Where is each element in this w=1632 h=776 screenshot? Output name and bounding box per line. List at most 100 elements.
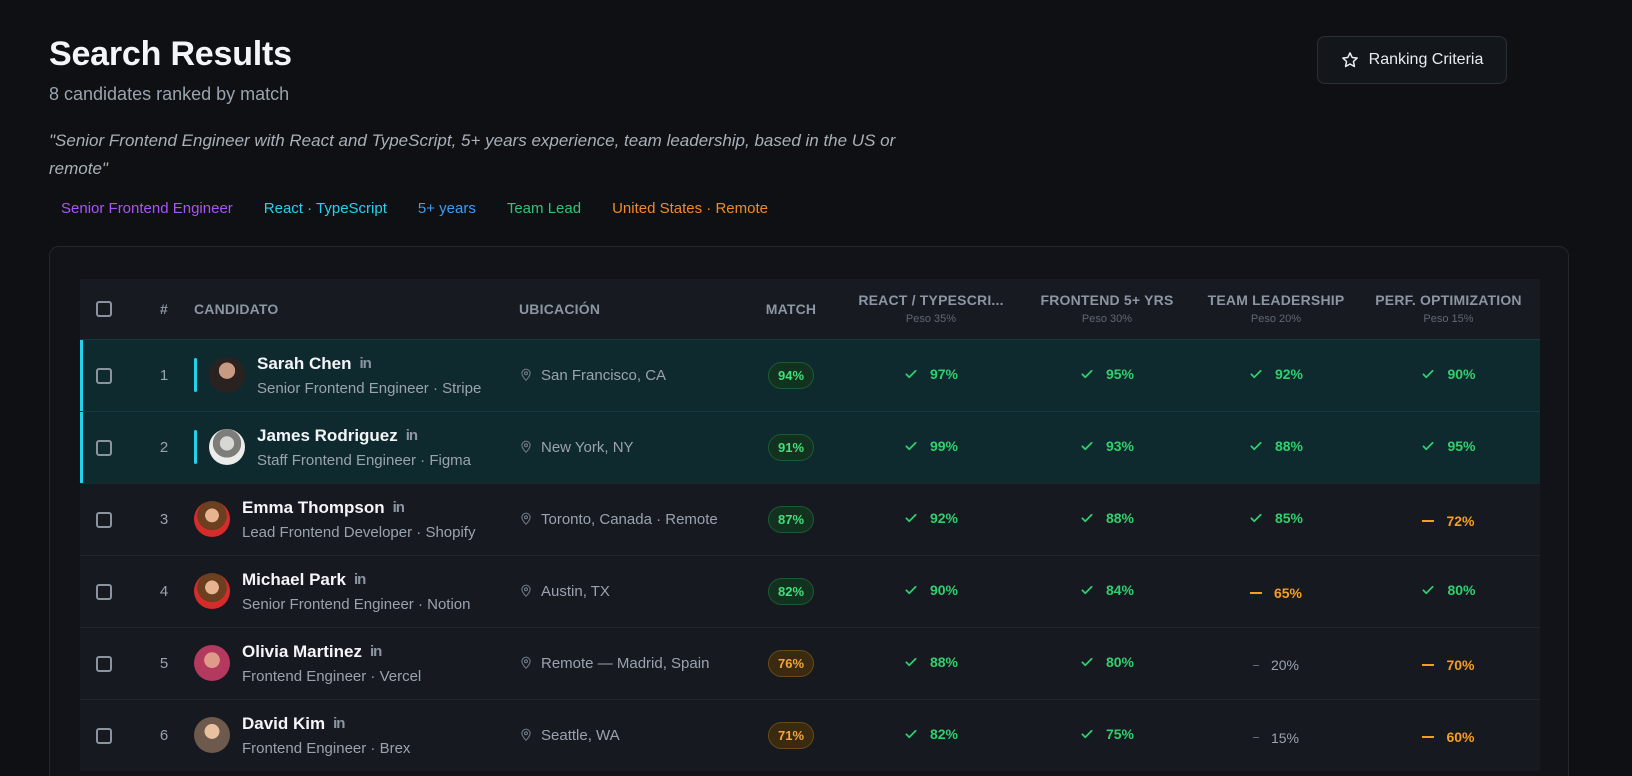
criteria-score-cell: 88% bbox=[1019, 483, 1195, 555]
criteria-score: 80% bbox=[1080, 654, 1134, 670]
match-badge: 76% bbox=[768, 649, 814, 677]
candidate-cell[interactable]: David Kim in Frontend Engineer · Brex bbox=[194, 699, 519, 771]
criteria-score-value: 90% bbox=[1447, 365, 1476, 382]
criteria-score-cell: 82% bbox=[843, 699, 1019, 771]
row-rank: 2 bbox=[159, 438, 169, 456]
col-perf-optimization[interactable]: Perf. Optimization Peso 15% bbox=[1357, 279, 1540, 339]
check-icon bbox=[905, 585, 917, 594]
criteria-score-cell: 80% bbox=[1019, 627, 1195, 699]
candidate-cell[interactable]: Olivia Martinez in Frontend Engineer · Ver… bbox=[194, 627, 519, 699]
candidate-location: New York, NY bbox=[541, 438, 634, 456]
criteria-score: 90% bbox=[1421, 365, 1476, 382]
criteria-score: 95% bbox=[1080, 366, 1134, 382]
criteria-score: 80% bbox=[1421, 582, 1476, 598]
table-row[interactable]: 2 James Rodriguez in Staff Frontend Enginee… bbox=[80, 411, 1540, 483]
criteria-score: 88% bbox=[1080, 510, 1134, 526]
row-checkbox[interactable] bbox=[96, 583, 112, 600]
candidate-location: Toronto, Canada · Remote bbox=[541, 510, 718, 528]
criteria-score-value: 72% bbox=[1446, 513, 1475, 529]
criteria-score-cell: 90% bbox=[1357, 339, 1540, 411]
col-candidate[interactable]: Candidato bbox=[194, 279, 519, 339]
col-perf-optimization-weight: Peso 15% bbox=[1423, 313, 1474, 326]
candidate-name[interactable]: David Kim bbox=[242, 714, 325, 734]
linkedin-icon[interactable]: in bbox=[406, 427, 418, 444]
table-row[interactable]: 5 Olivia Martinez in Frontend Engineer · Ve… bbox=[80, 627, 1540, 699]
candidate-location: Remote — Madrid, Spain bbox=[541, 654, 710, 672]
candidate-name[interactable]: Sarah Chen bbox=[257, 354, 351, 374]
candidate-role: Frontend Engineer · Brex bbox=[242, 739, 411, 757]
candidate-name[interactable]: James Rodriguez bbox=[257, 426, 398, 446]
col-react-typescript[interactable]: React / TypeScri... Peso 35% bbox=[843, 279, 1019, 339]
candidate-name[interactable]: Emma Thompson bbox=[242, 498, 385, 518]
tag-leadership[interactable]: Team Lead bbox=[507, 195, 581, 223]
criteria-score-value: 92% bbox=[929, 509, 959, 526]
select-all-checkbox[interactable] bbox=[96, 301, 112, 318]
linkedin-icon[interactable]: in bbox=[354, 571, 366, 588]
criteria-score-value: 95% bbox=[1105, 365, 1135, 382]
ranking-criteria-button[interactable]: Ranking Criteria bbox=[1317, 36, 1507, 84]
tag-role[interactable]: Senior Frontend Engineer bbox=[61, 195, 233, 223]
linkedin-icon[interactable]: in bbox=[370, 643, 382, 660]
row-checkbox[interactable] bbox=[96, 655, 112, 672]
row-checkbox[interactable] bbox=[96, 727, 112, 744]
location-pin-icon bbox=[521, 728, 531, 742]
row-checkbox[interactable] bbox=[96, 439, 112, 456]
col-team-leadership[interactable]: Team Leadership Peso 20% bbox=[1195, 279, 1357, 339]
search-results-page: Search Results 8 candidates ranked by ma… bbox=[0, 0, 1632, 776]
criteria-score-cell: 95% bbox=[1357, 411, 1540, 483]
candidate-name[interactable]: Michael Park bbox=[242, 570, 346, 590]
col-frontend-years[interactable]: Frontend 5+ Yrs Peso 30% bbox=[1019, 279, 1195, 339]
no-match-icon bbox=[1252, 737, 1259, 738]
candidate-role: Lead Frontend Developer · Shopify bbox=[242, 523, 476, 541]
avatar bbox=[194, 645, 230, 681]
select-all-cell bbox=[80, 279, 134, 339]
candidate-info: James Rodriguez in Staff Frontend Engineer… bbox=[194, 426, 519, 469]
match-cell: 91% bbox=[739, 411, 843, 483]
row-checkbox[interactable] bbox=[96, 367, 112, 384]
candidate-cell[interactable]: Sarah Chen in Senior Frontend Engineer · S… bbox=[194, 339, 519, 411]
col-match[interactable]: Match bbox=[739, 279, 843, 339]
check-icon bbox=[1081, 729, 1093, 738]
candidate-cell[interactable]: Michael Park in Senior Frontend Engineer ·… bbox=[194, 555, 519, 627]
col-frontend-years-weight: Peso 30% bbox=[1081, 313, 1133, 326]
check-icon bbox=[905, 729, 917, 738]
partial-match-icon bbox=[1422, 520, 1435, 522]
criteria-score: 99% bbox=[904, 438, 958, 454]
table-row[interactable]: 1 Sarah Chen in Senior Frontend Engineer · … bbox=[80, 339, 1540, 411]
table-row[interactable]: 4 Michael Park in Senior Frontend Engineer … bbox=[80, 555, 1540, 627]
linkedin-icon[interactable]: in bbox=[359, 355, 371, 372]
criteria-score-value: 85% bbox=[1274, 509, 1304, 526]
linkedin-icon[interactable]: in bbox=[393, 499, 405, 516]
criteria-score: 75% bbox=[1080, 726, 1134, 742]
row-rank: 4 bbox=[159, 582, 169, 600]
row-select-cell bbox=[80, 555, 134, 627]
location-pin-icon bbox=[521, 512, 531, 526]
col-location[interactable]: Ubicación bbox=[519, 279, 739, 339]
criteria-score-cell: 92% bbox=[843, 483, 1019, 555]
tag-experience[interactable]: 5+ years bbox=[418, 195, 476, 223]
candidate-name[interactable]: Olivia Martinez bbox=[242, 642, 362, 662]
candidate-info: Olivia Martinez in Frontend Engineer · Ver… bbox=[194, 642, 519, 685]
row-checkbox[interactable] bbox=[96, 511, 112, 528]
col-rank[interactable]: # bbox=[134, 279, 194, 339]
match-badge: 87% bbox=[768, 505, 814, 533]
criteria-score: 92% bbox=[904, 510, 958, 526]
criteria-score-cell: 60% bbox=[1357, 699, 1540, 771]
check-icon bbox=[905, 441, 917, 450]
criteria-score: 90% bbox=[904, 582, 958, 598]
criteria-score: 65% bbox=[1249, 585, 1302, 601]
criteria-score: 88% bbox=[904, 654, 958, 670]
match-cell: 82% bbox=[739, 555, 843, 627]
candidate-cell[interactable]: Emma Thompson in Lead Frontend Developer ·… bbox=[194, 483, 519, 555]
criteria-score-cell: 85% bbox=[1195, 483, 1357, 555]
tag-location[interactable]: United States · Remote bbox=[612, 195, 768, 223]
row-select-cell bbox=[80, 411, 134, 483]
linkedin-icon[interactable]: in bbox=[333, 715, 345, 732]
table-header: # Candidato Ubicación Match React / Type… bbox=[80, 279, 1540, 339]
candidate-cell[interactable]: James Rodriguez in Staff Frontend Engineer… bbox=[194, 411, 519, 483]
selected-indicator bbox=[194, 430, 197, 464]
tag-skills[interactable]: React · TypeScript bbox=[264, 195, 387, 223]
check-icon bbox=[905, 369, 917, 378]
table-row[interactable]: 3 Emma Thompson in Lead Frontend Developer … bbox=[80, 483, 1540, 555]
table-row[interactable]: 6 David Kim in Frontend Engineer · Brex Seat… bbox=[80, 699, 1540, 771]
